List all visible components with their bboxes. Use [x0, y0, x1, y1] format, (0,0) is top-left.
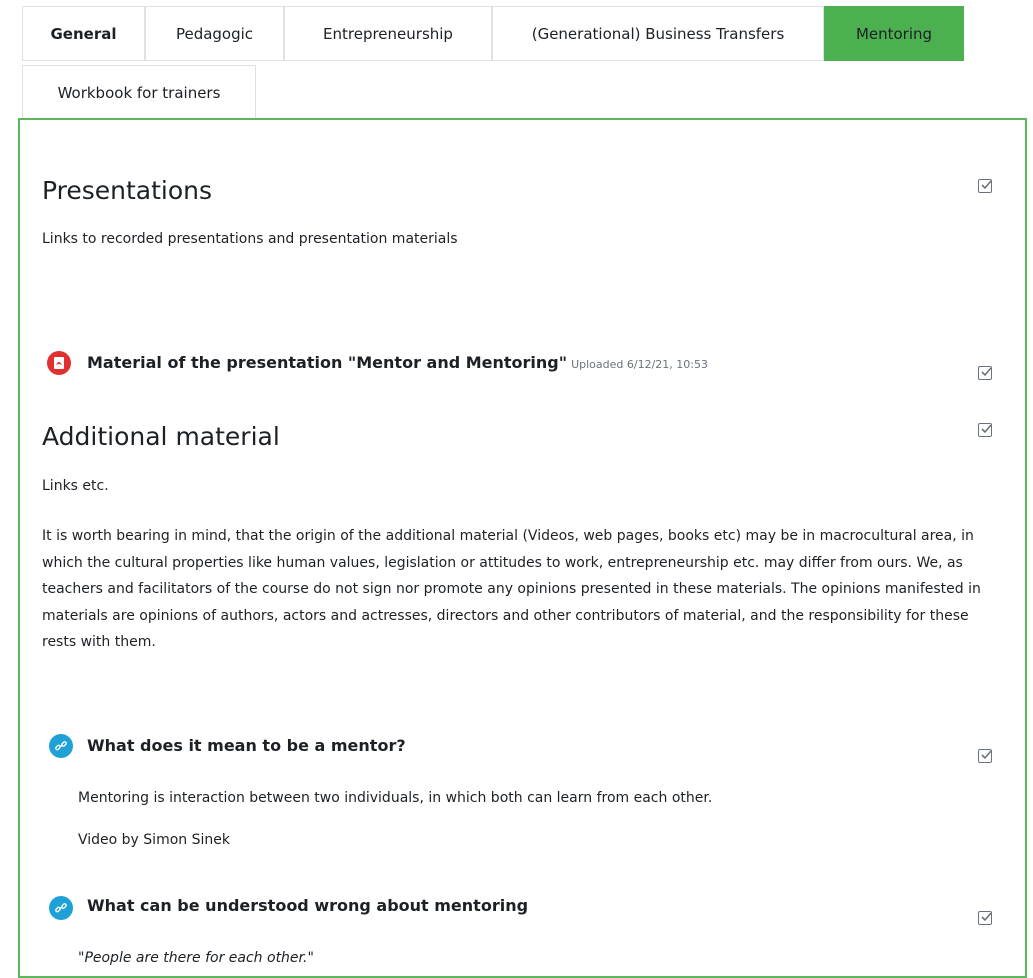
completion-checkbox-icon[interactable]: [978, 366, 992, 380]
tab-entrepreneurship[interactable]: Entrepreneurship: [284, 6, 492, 61]
section-summary-presentations: Links to recorded presentations and pres…: [42, 231, 458, 247]
completion-checkbox-icon[interactable]: [978, 179, 992, 193]
tab-mentoring[interactable]: Mentoring: [824, 6, 964, 61]
completion-checkbox-icon[interactable]: [978, 911, 992, 925]
section-title-presentations: Presentations: [42, 176, 213, 205]
activity-link-mentor-meaning[interactable]: What does it mean to be a mentor?: [87, 736, 406, 755]
activity-title: Material of the presentation "Mentor and…: [87, 353, 568, 372]
pdf-icon: [47, 351, 71, 375]
activity-link-presentation-material[interactable]: Material of the presentation "Mentor and…: [87, 353, 708, 372]
link-icon: [49, 896, 73, 920]
activity-quote: "People are there for each other.": [78, 950, 314, 966]
tab-workbook-for-trainers[interactable]: Workbook for trainers: [22, 65, 256, 120]
completion-checkbox-icon[interactable]: [978, 423, 992, 437]
activity-credit: Video by Simon Sinek: [78, 832, 230, 848]
tab-pedagogic[interactable]: Pedagogic: [145, 6, 284, 61]
section-title-additional-material: Additional material: [42, 422, 280, 451]
section-summary-additional: Links etc.: [42, 478, 109, 494]
completion-checkbox-icon[interactable]: [978, 749, 992, 763]
tab-business-transfers[interactable]: (Generational) Business Transfers: [492, 6, 824, 61]
upload-date: Uploaded 6/12/21, 10:53: [571, 358, 708, 371]
activity-description: Mentoring is interaction between two ind…: [78, 790, 713, 806]
activity-link-mentoring-misunderstood[interactable]: What can be understood wrong about mento…: [87, 896, 528, 915]
mentoring-tab-panel: Presentations Links to recorded presenta…: [18, 118, 1027, 978]
tab-general[interactable]: General: [22, 6, 145, 61]
link-icon: [49, 734, 73, 758]
disclaimer-text: It is worth bearing in mind, that the or…: [42, 528, 981, 650]
